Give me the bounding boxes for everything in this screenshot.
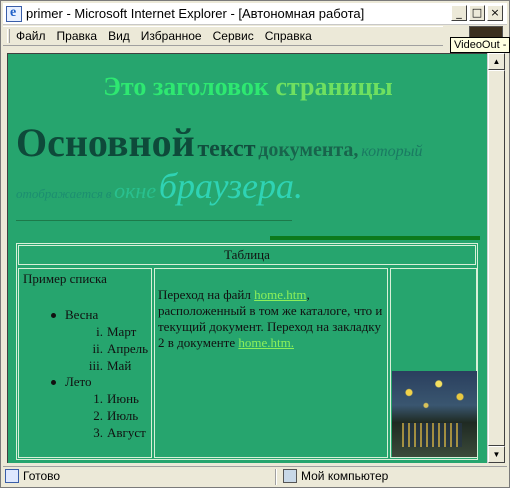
list-item: 2. Июль	[65, 407, 148, 424]
month-label: Май	[107, 358, 132, 373]
body-word: Основной	[16, 120, 195, 165]
table-caption: Таблица	[18, 245, 476, 265]
month-label: Апрель	[107, 341, 149, 356]
list-number: i.	[96, 324, 103, 339]
menu-edit[interactable]: Правка	[57, 29, 98, 43]
list-item: Лето 1. Июнь 2. Июль 3. Август	[19, 374, 148, 441]
list-item: Весна i. Март ii. Апрель iii. Май	[19, 307, 148, 374]
month-label: Март	[107, 324, 137, 339]
month-list: i. Март ii. Апрель iii. Май	[65, 323, 148, 374]
tooltip: VideoOut -	[450, 37, 510, 53]
computer-icon	[283, 469, 297, 483]
ie-icon[interactable]	[6, 5, 22, 22]
body-word: браузера.	[158, 166, 304, 206]
list-number: 1.	[93, 391, 103, 406]
list-number: iii.	[88, 358, 103, 373]
browser-window: primer - Microsoft Internet Explorer - […	[0, 0, 510, 488]
paragraph-text: Переход на файл	[158, 287, 255, 302]
list-item: iii. Май	[65, 357, 148, 374]
list-item: 1. Июнь	[65, 390, 148, 407]
list-number: 2.	[93, 408, 103, 423]
table-cell-paragraph: Переход на файл home.htm, расположенный …	[154, 268, 388, 458]
menu-favorites[interactable]: Избранное	[141, 29, 202, 43]
menu-tools[interactable]: Сервис	[213, 29, 254, 43]
month-label: Июль	[107, 408, 139, 423]
month-list: 1. Июнь 2. Июль 3. Август	[65, 390, 148, 441]
list-item: ii. Апрель	[65, 340, 149, 357]
window-controls: _ □ ×	[451, 5, 503, 21]
maximize-button[interactable]: □	[469, 5, 485, 21]
body-text: Основной текст документа, который отобра…	[16, 120, 486, 207]
list-item: 3. Август	[65, 424, 148, 441]
window-title: primer - Microsoft Internet Explorer - […	[26, 6, 365, 21]
link-paragraph: Переход на файл home.htm, расположенный …	[158, 287, 386, 351]
list-title: Пример списка	[23, 271, 107, 286]
body-word: в	[105, 186, 112, 201]
month-label: Август	[107, 425, 146, 440]
page-heading: Это заголовок страницы	[8, 72, 487, 102]
body-word: который	[361, 143, 423, 160]
horizontal-rule-thick	[270, 236, 480, 240]
menu-help[interactable]: Справка	[265, 29, 312, 43]
painting-image	[392, 371, 477, 457]
home-link[interactable]: home.htm	[254, 287, 306, 302]
heading-part2: страницы	[275, 72, 393, 101]
bookmark-link[interactable]: home.htm.	[238, 335, 294, 350]
list-item: i. Март	[65, 323, 148, 340]
heading-part1: Это заголовок	[103, 72, 269, 101]
list-number: ii.	[92, 341, 103, 356]
toolbar-grip[interactable]	[7, 29, 10, 43]
menu-file[interactable]: Файл	[16, 29, 46, 43]
season-label: Лето	[65, 374, 92, 389]
table-cell-list: Пример списка Весна i. Март ii. Апрель iii…	[18, 268, 152, 458]
status-text: Готово	[23, 469, 61, 483]
month-label: Июнь	[107, 391, 139, 406]
body-word: окне	[114, 178, 157, 203]
content-table: Таблица Пример списка Весна i. Март ii. Ап…	[16, 243, 478, 460]
vertical-scrollbar[interactable]: ▲ ▼	[487, 53, 505, 463]
list-number: 3.	[93, 425, 103, 440]
page-content: Это заголовок страницы Основной текст до…	[7, 53, 487, 463]
title-bar[interactable]: primer - Microsoft Internet Explorer - […	[3, 3, 507, 25]
table-cell-image	[390, 268, 477, 458]
status-left: Готово	[5, 469, 60, 483]
menu-view[interactable]: Вид	[108, 29, 130, 43]
status-bar: Готово Мой компьютер	[3, 466, 507, 486]
menu-bar: Файл Правка Вид Избранное Сервис Справка	[3, 26, 443, 46]
body-word: отображается	[16, 186, 103, 201]
status-zone: Мой компьютер	[283, 469, 388, 483]
zone-text: Мой компьютер	[301, 469, 389, 483]
scroll-thumb[interactable]	[488, 70, 505, 446]
horizontal-rule	[16, 220, 292, 221]
status-separator	[275, 469, 277, 485]
scroll-up-arrow-icon[interactable]: ▲	[488, 53, 505, 70]
close-button[interactable]: ×	[487, 5, 503, 21]
page-icon	[5, 469, 19, 483]
minimize-button[interactable]: _	[451, 5, 467, 21]
season-label: Весна	[65, 307, 99, 322]
body-word: документа,	[258, 139, 359, 161]
season-list: Весна i. Март ii. Апрель iii. Май Лето 1. Ию…	[19, 307, 148, 441]
scroll-down-arrow-icon[interactable]: ▼	[488, 446, 505, 463]
body-word: текст	[197, 136, 256, 162]
